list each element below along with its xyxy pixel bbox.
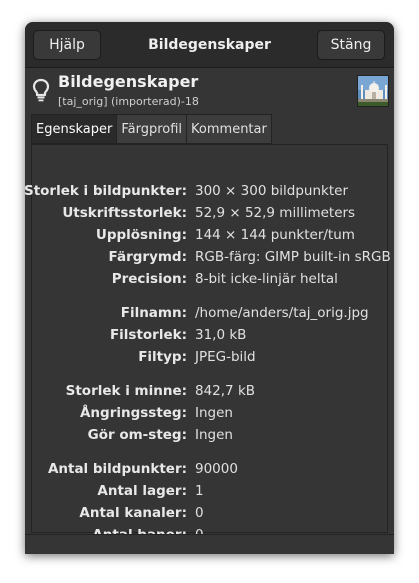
property-label: Färgrymd: xyxy=(108,249,187,265)
tab-color-profile[interactable]: Färgprofil xyxy=(116,114,188,144)
property-value: JPEG-bild xyxy=(195,349,256,365)
property-value: 842,7 kB xyxy=(195,383,256,399)
property-label: Storlek i bildpunkter: xyxy=(25,183,187,199)
property-label: Antal lager: xyxy=(97,483,187,499)
property-value: Ingen xyxy=(195,405,233,421)
tab-properties[interactable]: Egenskaper xyxy=(31,114,118,144)
property-label: Ångringssteg: xyxy=(79,405,187,421)
property-value: 31,0 kB xyxy=(195,327,247,343)
property-row: Gör om-steg: Ingen xyxy=(32,425,387,447)
lightbulb-icon xyxy=(32,78,50,106)
property-row: Storlek i bildpunkter: 300 × 300 bildpun… xyxy=(25,181,387,203)
property-label: Filtyp: xyxy=(138,349,187,365)
image-thumbnail xyxy=(357,75,389,107)
property-row: Upplösning: 144 × 144 punkter/tum xyxy=(32,225,387,247)
property-row: Storlek i minne: 842,7 kB xyxy=(32,381,387,403)
property-value: 8-bit icke-linjär heltal xyxy=(195,271,338,287)
tab-bar: Egenskaper Färgprofil Kommentar xyxy=(31,114,272,144)
close-button[interactable]: Stäng xyxy=(317,30,385,60)
property-value: 0 xyxy=(195,505,204,521)
property-label: Filstorlek: xyxy=(109,327,187,343)
property-label: Filnamn: xyxy=(120,305,187,321)
header-title: Bildegenskaper xyxy=(58,72,199,91)
titlebar: Bildegenskaper Hjälp Stäng xyxy=(25,22,394,68)
property-label: Antal kanaler: xyxy=(79,505,187,521)
property-label: Antal bildpunkter: xyxy=(47,461,187,477)
header-subtitle: [taj_orig] (importerad)-18 xyxy=(58,95,199,108)
property-value: /home/anders/taj_orig.jpg xyxy=(195,305,369,321)
tab-comment[interactable]: Kommentar xyxy=(186,114,272,144)
property-row: Färgrymd: RGB-färg: GIMP built-in sRGB xyxy=(32,247,391,269)
image-properties-dialog: Bildegenskaper Hjälp Stäng Bildegenskape… xyxy=(25,22,394,554)
property-row: Precision: 8-bit icke-linjär heltal xyxy=(32,269,387,291)
property-row: Filtyp: JPEG-bild xyxy=(32,347,387,369)
property-label: Upplösning: xyxy=(95,227,187,243)
property-value: 1 xyxy=(195,483,204,499)
property-value: 52,9 × 52,9 millimeters xyxy=(195,205,356,221)
property-row: Antal bildpunkter: 90000 xyxy=(32,459,387,481)
property-row: Filstorlek: 31,0 kB xyxy=(32,325,387,347)
property-value: 144 × 144 punkter/tum xyxy=(195,227,355,243)
property-label: Precision: xyxy=(111,271,187,287)
property-row: Ångringssteg: Ingen xyxy=(32,403,387,425)
property-label: Gör om-steg: xyxy=(87,427,187,443)
dialog-footer xyxy=(25,534,394,554)
property-label: Utskriftsstorlek: xyxy=(62,205,187,221)
property-row: Antal lager: 1 xyxy=(32,481,387,503)
property-value: 90000 xyxy=(195,461,238,477)
property-value: Ingen xyxy=(195,427,233,443)
property-row: Filnamn: /home/anders/taj_orig.jpg xyxy=(32,303,387,325)
properties-panel: Storlek i bildpunkter: 300 × 300 bildpun… xyxy=(25,144,391,543)
property-value: 300 × 300 bildpunkter xyxy=(195,183,349,199)
property-label: Storlek i minne: xyxy=(65,383,187,399)
property-row: Antal kanaler: 0 xyxy=(32,503,387,525)
property-row: Utskriftsstorlek: 52,9 × 52,9 millimeter… xyxy=(32,203,387,225)
property-value: RGB-färg: GIMP built-in sRGB xyxy=(195,249,391,265)
help-button[interactable]: Hjälp xyxy=(33,30,101,60)
dialog-header: Bildegenskaper [taj_orig] (importerad)-1… xyxy=(25,68,394,112)
